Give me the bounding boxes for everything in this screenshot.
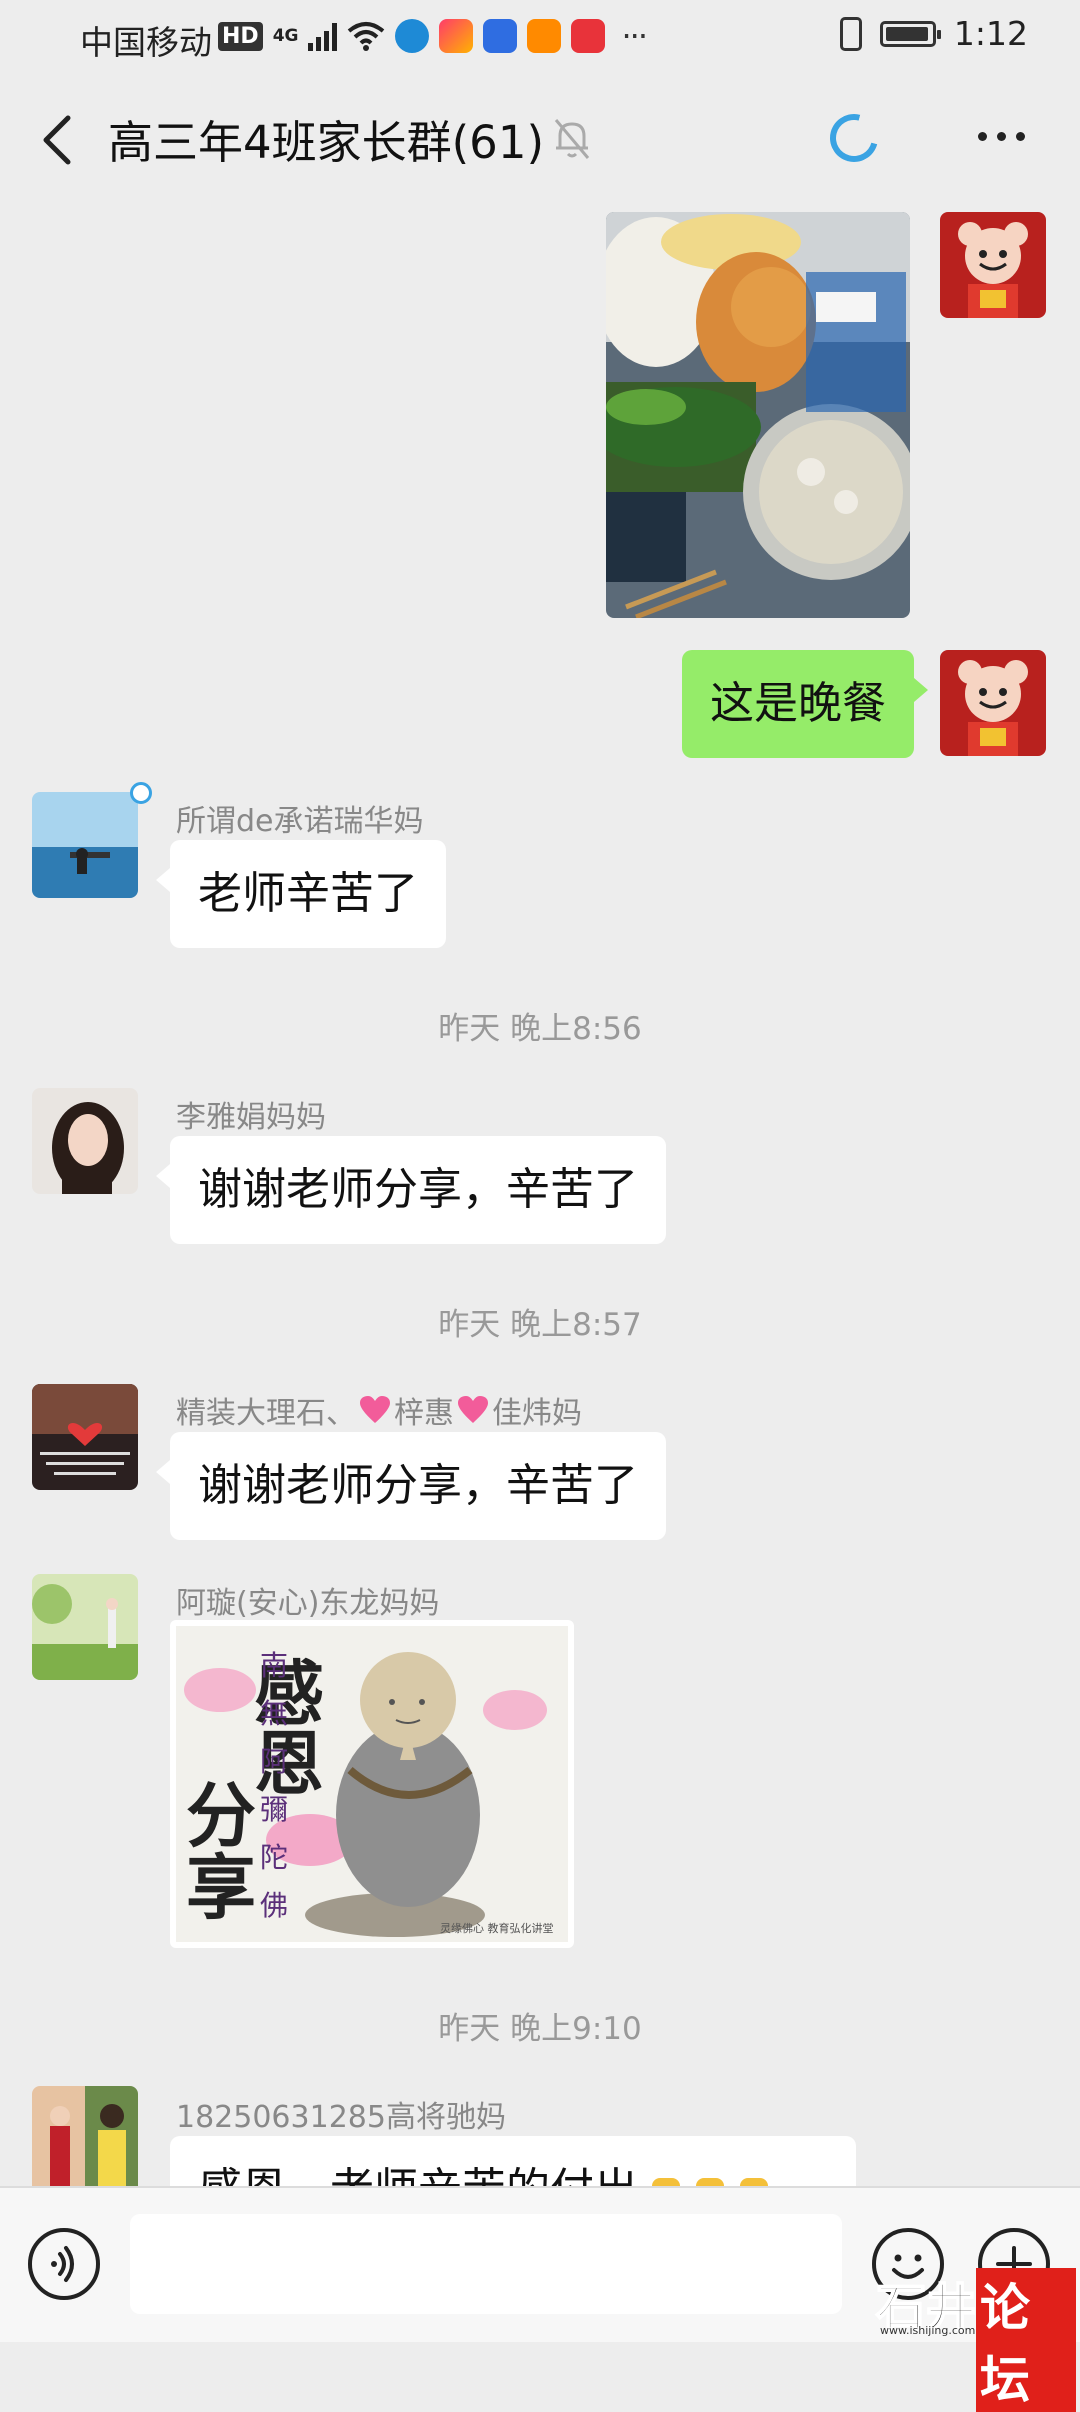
sticker-small-char: 陀 (260, 1841, 289, 1874)
network-type-label: 4G (272, 26, 299, 46)
sunset-heart-avatar (32, 1384, 138, 1490)
sender-name: 李雅娟妈妈 (176, 1100, 326, 1135)
sender-name: 所谓de承诺瑞华妈 (176, 804, 424, 839)
bell-off-icon (554, 119, 590, 159)
status-icons-right: 1:12 (839, 14, 1028, 53)
heart-emoji-icon (458, 1396, 488, 1423)
sender-avatar[interactable] (32, 1088, 138, 1194)
message-input[interactable] (130, 2214, 842, 2314)
sticker-vertical-text: 南 無 阿 彌 陀 佛 (260, 1642, 288, 1930)
sender-name: 阿璇(安心)东龙妈妈 (176, 1586, 440, 1621)
hd-icon: HD (218, 21, 263, 51)
voice-icon[interactable] (28, 2228, 100, 2300)
my-avatar[interactable] (940, 212, 1046, 318)
online-indicator (130, 782, 152, 804)
message-text: 感恩，老师辛苦的付出 (198, 2168, 638, 2187)
more-menu-icon[interactable] (978, 132, 1025, 141)
timestamp: 昨天 晚上8:56 (438, 1011, 642, 1047)
chat-title[interactable]: 高三年4班家长群(61) (108, 106, 544, 171)
more-notifications-icon: ··· (621, 17, 647, 55)
my-avatar[interactable] (940, 650, 1046, 756)
message-text: 老师辛苦了 (198, 868, 418, 919)
battery-icon (879, 20, 941, 47)
sender-name-part3: 佳炜妈 (492, 1396, 582, 1431)
heart-emoji-icon (360, 1396, 390, 1423)
timestamp: 昨天 晚上8:57 (438, 1307, 642, 1343)
sender-name: 18250631285高将驰妈 (176, 2100, 506, 2135)
signal-icon (308, 21, 338, 51)
outgoing-image-message[interactable] (606, 212, 910, 618)
sender-avatar[interactable] (32, 792, 138, 898)
message-text: 谢谢老师分享，辛苦了 (198, 1460, 638, 1511)
two-photo-avatar (32, 2086, 138, 2186)
incoming-text-message[interactable]: 谢谢老师分享，辛苦了 (156, 1432, 666, 1540)
timestamp: 昨天 晚上9:10 (438, 2011, 642, 2047)
app-notification-icon (395, 19, 430, 53)
fist-emoji-icon (652, 2178, 680, 2186)
sticker-credit: 灵缘佛心 教育弘化讲堂 (440, 1922, 554, 1935)
message-text: 谢谢老师分享，辛苦了 (198, 1164, 638, 1215)
incoming-sticker-message[interactable]: 感 恩 分 享 南 無 阿 彌 陀 佛 灵缘佛心 教育弘化讲堂 (170, 1620, 574, 1948)
video-app-icon (439, 19, 474, 53)
sticker-small-char: 阿 (260, 1745, 289, 1778)
vibrate-icon (839, 16, 862, 51)
rat-cartoon-avatar (940, 212, 1046, 318)
sender-avatar[interactable] (32, 1384, 138, 1490)
forum-watermark: 石井 论坛 www.ishijing.com (875, 2268, 1076, 2412)
clock: 1:12 (953, 14, 1028, 53)
rat-cartoon-avatar (940, 650, 1046, 756)
sender-name-part1: 精装大理石、 (176, 1396, 356, 1431)
fist-emoji-icon (696, 2178, 724, 2186)
wifi-icon (348, 22, 385, 51)
browser-app-icon (527, 19, 562, 53)
sticker-char: 享 (186, 1846, 256, 1929)
outgoing-text-message[interactable]: 这是晚餐 (682, 650, 928, 758)
loading-spinner-icon (821, 105, 887, 171)
message-text: 这是晚餐 (710, 678, 886, 729)
sticker-small-char: 彌 (260, 1793, 289, 1826)
status-icons-left: HD 4G ··· (218, 17, 648, 55)
back-icon[interactable] (38, 114, 78, 166)
watermark-part2: 论坛 (976, 2268, 1076, 2412)
title-bar: 高三年4班家长群(61) (0, 76, 1080, 204)
incoming-text-message[interactable]: 感恩，老师辛苦的付出 (170, 2136, 856, 2186)
sender-avatar[interactable] (32, 1574, 138, 1680)
watermark-url: www.ishijing.com (880, 2324, 976, 2337)
baidu-app-icon (483, 19, 518, 53)
incoming-text-message[interactable]: 谢谢老师分享，辛苦了 (156, 1136, 666, 1244)
sticker-big-chars: 感 恩 分 享 (170, 1620, 574, 1948)
garden-avatar (32, 1574, 138, 1680)
calendar-app-icon (571, 19, 606, 53)
sender-avatar[interactable] (32, 2086, 138, 2186)
sticker-small-char: 佛 (260, 1889, 289, 1922)
seaside-avatar (32, 792, 138, 898)
woman-portrait-avatar (32, 1088, 138, 1194)
dinner-photo (606, 212, 910, 618)
status-bar: 中国移动 HD 4G ··· 1:12 (0, 0, 1080, 76)
carrier-label: 中国移动 (80, 23, 212, 62)
incoming-text-message[interactable]: 老师辛苦了 (156, 840, 446, 948)
sticker-small-char: 無 (260, 1697, 289, 1730)
fist-emoji-icon (740, 2178, 768, 2186)
sticker-small-char: 南 (260, 1649, 289, 1682)
sender-name-part2: 梓惠 (394, 1396, 454, 1431)
sender-name: 精装大理石、 梓惠 佳炜妈 (176, 1388, 582, 1432)
